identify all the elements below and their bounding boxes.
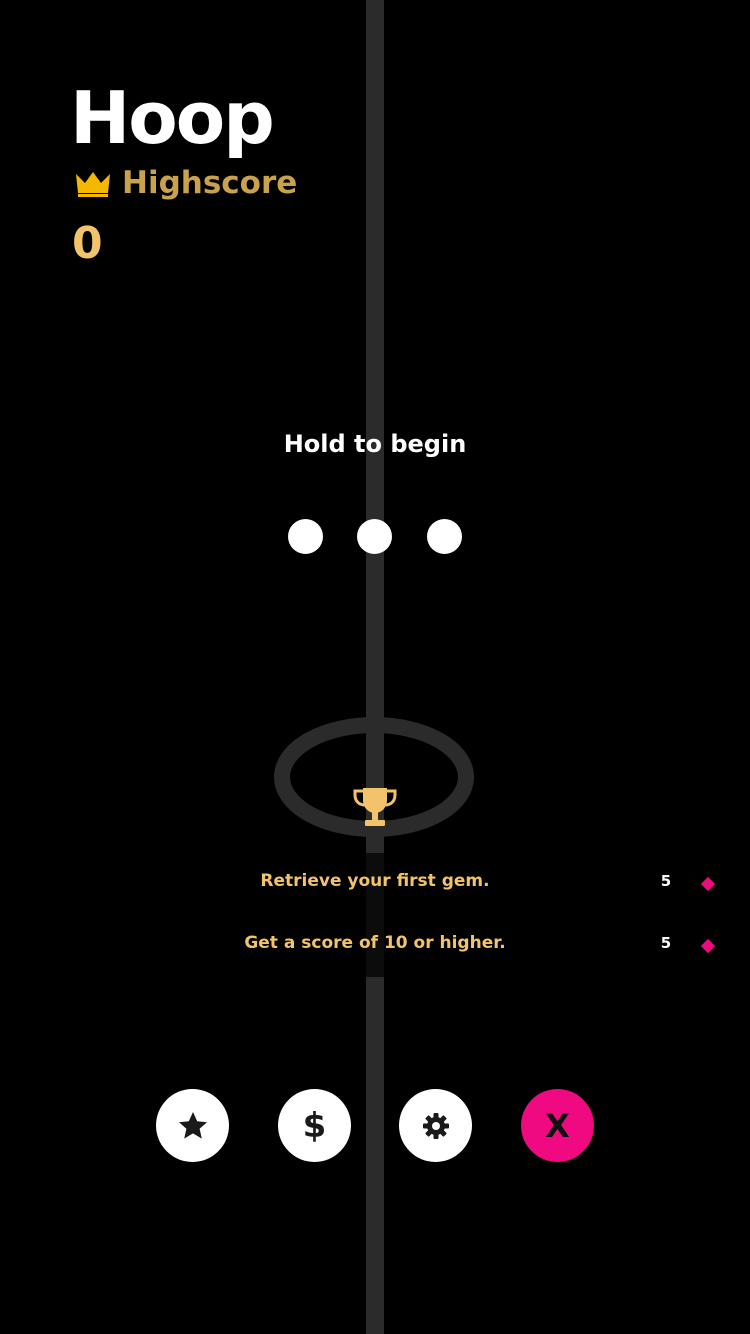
achievement-reward: 5 — [660, 872, 672, 890]
gem-icon — [700, 876, 716, 892]
achievement-row: Get a score of 10 or higher. 5 — [0, 925, 750, 965]
achievement-row: Retrieve your first gem. 5 — [0, 863, 750, 903]
star-icon — [178, 1111, 207, 1139]
indicator-dot — [427, 519, 462, 554]
indicator-dot — [288, 519, 323, 554]
achievement-reward: 5 — [660, 934, 672, 952]
highscore-label: Highscore — [122, 165, 298, 201]
shop-button[interactable]: $ — [278, 1089, 351, 1162]
highscore-row: Highscore — [76, 168, 297, 199]
close-button[interactable]: X — [521, 1089, 594, 1162]
trophy-icon — [353, 788, 397, 826]
close-icon: X — [545, 1106, 570, 1145]
gem-icon — [700, 938, 716, 954]
highscore-value: 0 — [72, 218, 103, 269]
indicator-dot — [357, 519, 392, 554]
crown-icon — [76, 171, 110, 197]
settings-button[interactable] — [399, 1089, 472, 1162]
center-pole — [366, 0, 384, 1334]
rate-button[interactable] — [156, 1089, 229, 1162]
gear-icon — [422, 1112, 449, 1139]
dollar-icon: $ — [302, 1105, 327, 1146]
achievement-text: Get a score of 10 or higher. — [244, 933, 506, 953]
hold-to-begin-text: Hold to begin — [283, 430, 467, 458]
game-title: Hoop — [70, 76, 275, 160]
achievements-panel: Retrieve your first gem. 5 Get a score o… — [0, 853, 750, 977]
achievement-text: Retrieve your first gem. — [260, 871, 490, 891]
